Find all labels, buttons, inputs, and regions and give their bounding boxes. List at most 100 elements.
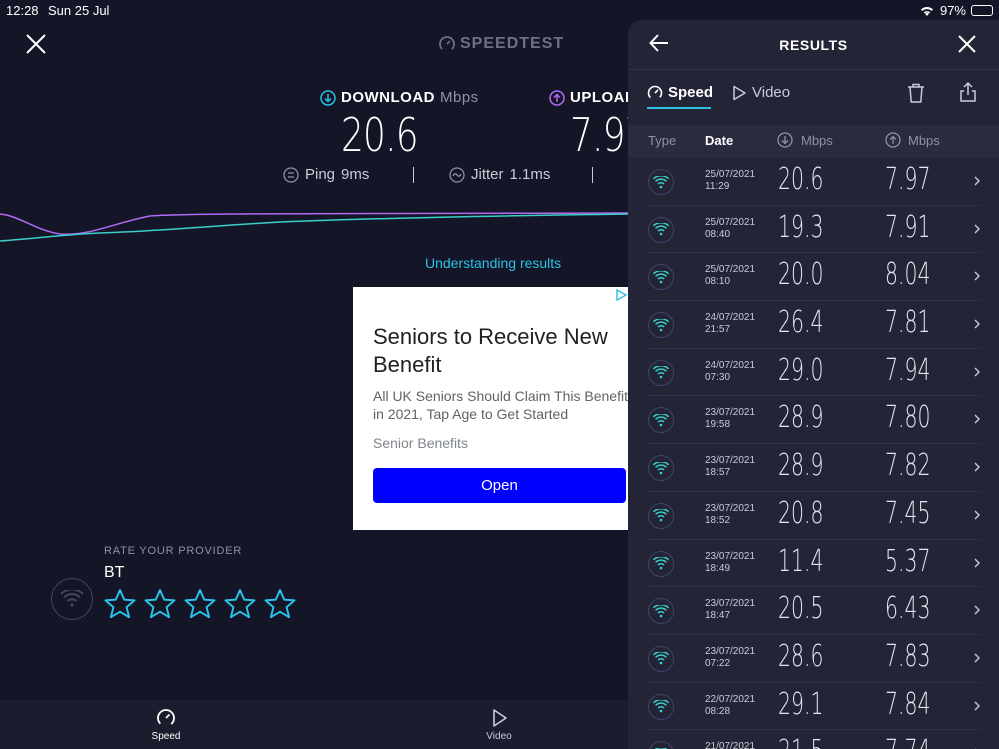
table-row[interactable]: 23/07/2021 18:57 28.9 7.82 [646,444,981,492]
table-row[interactable]: 23/07/2021 18:47 20.5 6.43 [646,587,981,635]
tab-speed[interactable]: Speed [136,708,196,742]
row-upload: 7.94 [885,352,931,388]
row-upload: 7.81 [885,305,931,341]
row-upload: 6.43 [885,591,931,627]
brand-name: SPEEDTEST [460,35,565,52]
results-title: RESULTS [779,37,848,53]
table-row[interactable]: 25/07/2021 08:40 19.3 7.91 [646,206,981,254]
table-row[interactable]: 23/07/2021 18:49 11.4 5.37 [646,540,981,588]
column-download[interactable]: Mbps [801,133,833,148]
row-upload: 7.80 [885,400,931,436]
row-time: 07:30 [705,371,731,383]
download-icon [320,89,336,106]
row-datetime: 24/07/2021 21:57 [705,312,755,336]
gauge-icon [157,709,175,727]
play-icon [733,85,746,100]
ad-title: Seniors to Receive New Benefit [373,324,608,377]
row-date: 24/07/2021 [705,359,756,371]
row-date: 22/07/2021 [705,693,756,705]
row-time: 08:40 [705,228,731,240]
row-date: 25/07/2021 [705,169,756,180]
wifi-icon [648,169,674,195]
star-icon[interactable] [144,588,176,620]
provider-name: BT [104,564,125,581]
adchoices-icon[interactable] [615,289,627,301]
column-upload[interactable]: Mbps [908,133,940,148]
row-download: 19.3 [778,209,824,245]
table-row[interactable]: 23/07/2021 19:58 28.9 7.80 [646,396,981,445]
share-icon[interactable] [959,81,977,103]
column-date[interactable]: Date [705,133,733,148]
trash-icon[interactable] [906,82,926,104]
wifi-status-icon [920,6,933,16]
table-row[interactable]: 22/07/2021 08:28 29.1 7.84 [646,683,981,731]
table-row[interactable]: 23/07/2021 07:22 28.6 7.83 [646,635,981,683]
star-icon[interactable] [104,588,136,620]
row-upload: 5.37 [885,543,931,579]
wifi-icon [648,407,674,434]
row-date: 23/07/2021 [705,455,756,467]
chevron-right-icon [974,176,980,186]
row-upload: 7.91 [885,209,931,245]
row-download: 20.5 [778,591,824,627]
download-graph-line [0,213,630,242]
wifi-icon [648,264,674,291]
row-download: 11.4 [778,543,824,579]
chevron-right-icon [974,701,980,711]
row-time: 08:28 [705,705,731,717]
ping-value: 9ms [341,166,370,183]
star-icon[interactable] [264,588,296,620]
row-date: 24/07/2021 [705,312,756,324]
wifi-icon [648,359,674,386]
active-tab-indicator [647,107,711,109]
ad-description: All UK Seniors Should Claim This Benefit… [373,388,628,422]
tab-video[interactable]: Video [469,708,529,742]
jitter-value: 1.1ms [509,166,551,183]
row-datetime: 22/07/2021 08:28 [705,694,755,718]
table-row[interactable]: 23/07/2021 18:52 20.8 7.45 [646,492,981,540]
understanding-results-link[interactable]: Understanding results [425,255,561,271]
wifi-icon [648,312,674,339]
wifi-icon [648,502,674,529]
chevron-right-icon [974,414,980,424]
table-row[interactable]: 24/07/2021 07:30 29.0 7.94 [646,349,981,397]
row-upload: 8.04 [885,257,931,293]
ping-label: Ping [305,166,336,183]
wifi-icon [648,216,674,243]
row-download: 29.0 [778,352,824,388]
row-datetime: 25/07/2021 08:40 [705,217,755,241]
upload-icon [549,89,565,106]
table-row[interactable]: 24/07/2021 21:57 26.4 7.81 [646,301,981,349]
row-datetime: 23/07/2021 07:22 [705,646,755,670]
ad-open-button[interactable]: Open [373,468,626,503]
upload-icon [885,132,901,148]
close-icon[interactable] [24,32,48,56]
results-tab-video[interactable]: Video [731,84,790,101]
row-date: 23/07/2021 [705,502,756,514]
speedtest-logo: SPEEDTEST [438,35,564,53]
wifi-icon [648,645,674,672]
advertisement[interactable]: Seniors to Receive New Benefit All UK Se… [353,287,629,530]
row-upload: 7.83 [885,638,931,674]
row-download: 21.5 [778,734,823,749]
close-icon[interactable] [957,34,977,54]
table-row[interactable]: 25/07/2021 11:29 20.6 7.97 [646,158,981,206]
results-column-header: Type Date Mbps Mbps [628,125,999,158]
battery-icon [971,5,993,16]
status-time: 12:28 [6,3,39,18]
star-icon[interactable] [184,588,216,620]
results-tab-speed[interactable]: Speed [647,84,713,109]
chevron-right-icon [974,462,980,472]
row-upload: 7.82 [885,448,931,484]
star-icon[interactable] [224,588,256,620]
row-datetime: 23/07/2021 18:47 [705,598,755,622]
table-row[interactable]: 25/07/2021 08:10 20.0 8.04 [646,253,981,302]
table-row[interactable]: 21/07/2021 21.5 7.74 [646,730,981,749]
row-date: 23/07/2021 [705,550,756,562]
row-datetime: 25/07/2021 08:10 [705,264,755,288]
row-date: 25/07/2021 [705,216,756,228]
tab-speed-label: Speed [151,731,181,742]
upload-header: UPLOAD [549,89,636,106]
row-datetime: 25/07/2021 11:29 [705,169,755,193]
row-date: 23/07/2021 [705,407,756,419]
